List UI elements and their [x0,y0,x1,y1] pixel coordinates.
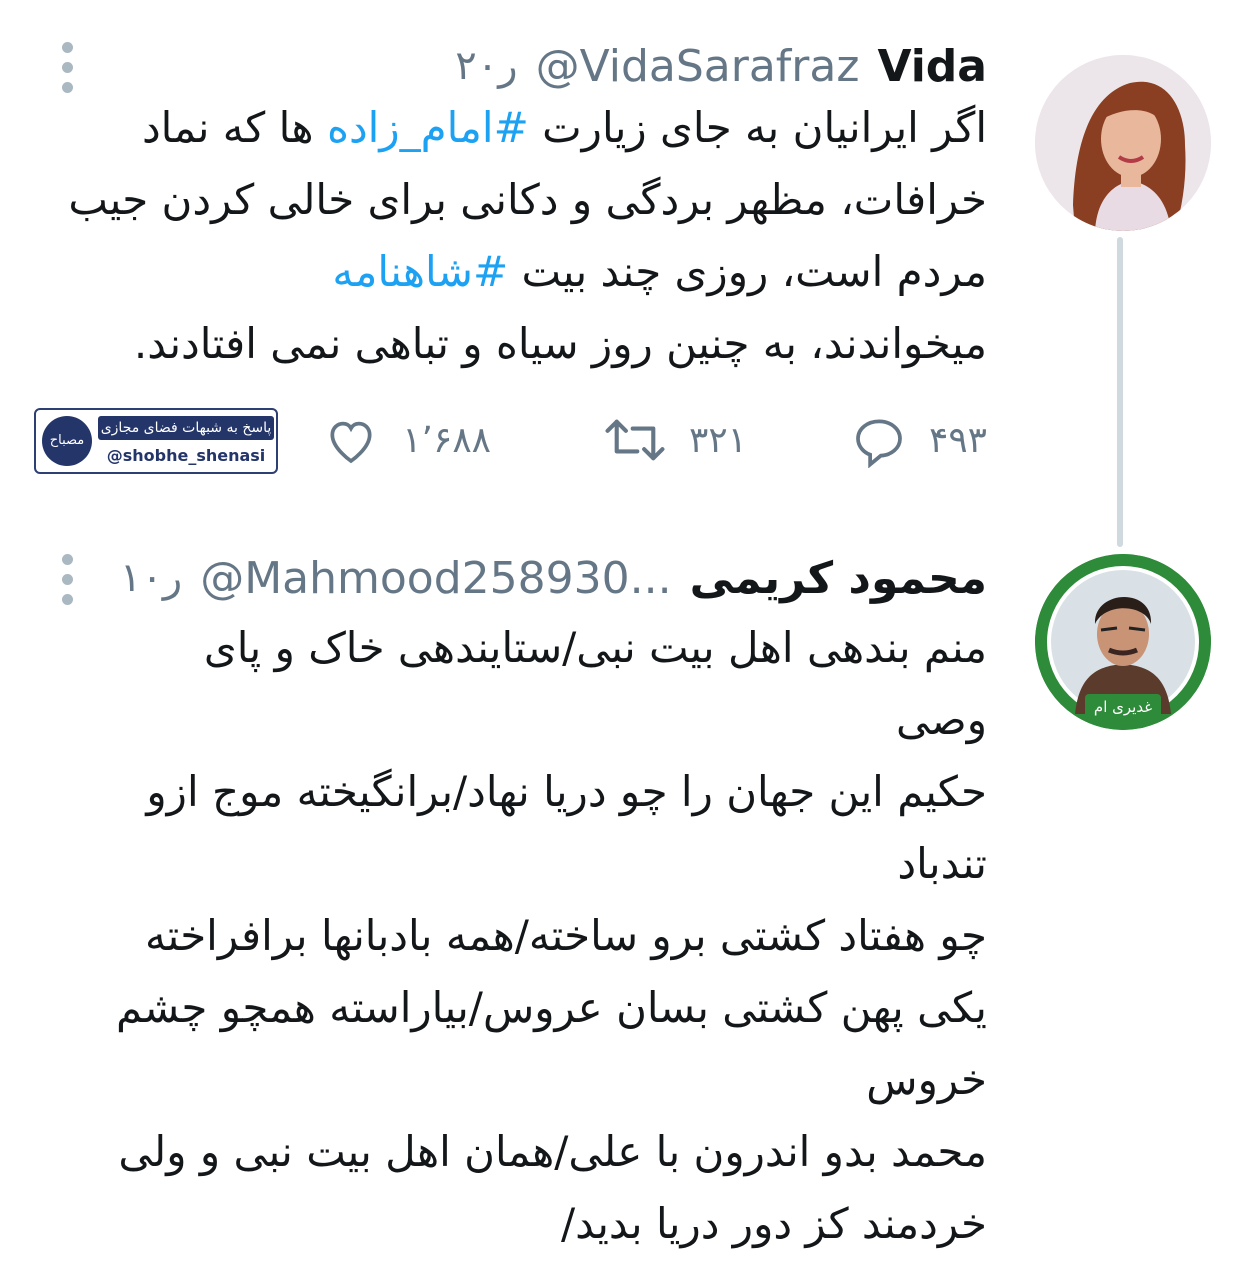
avatar-vida[interactable] [1035,55,1211,231]
tweet-header: محمود کریمی @Mahmood258930... ۱۰ر [120,548,987,608]
watermark-handle: @shobhe_shenasi [106,446,266,465]
reply-icon [856,419,902,468]
watermark-emblem: مصباح [42,416,92,466]
watermark-title: پاسخ به شبهات فضای مجازی [98,416,274,440]
text-segment: میخواندند، به چنین روز سیاه و تباهی نمی … [133,319,987,368]
tweet-time[interactable]: ۲۰ر [455,43,517,89]
retweet-icon [605,419,665,461]
like-count: ۱٬۶۸۸ [402,419,491,461]
tweet-time[interactable]: ۱۰ر [120,555,182,601]
avatar-mahmood[interactable]: غدیری ام [1035,554,1211,730]
watermark-logo: مصباح پاسخ به شبهات فضای مجازی @shobhe_s… [34,408,278,474]
author-name[interactable]: محمود کریمی [690,553,987,604]
avatar-badge: غدیری ام [1094,698,1152,716]
tweet-actions: ۴۹۳ ۳۲۱ ۱٬۶۸۸ [300,410,987,470]
author-handle[interactable]: @Mahmood258930... [200,553,671,604]
text-segment: اگر ایرانیان به جای زیارت [528,103,987,152]
tweet-vida[interactable]: Vida @VidaSarafraz ۲۰ر اگر ایرانیان به ج… [0,0,1255,520]
more-options-icon[interactable] [62,554,78,605]
reply-button[interactable]: ۴۹۳ [851,410,987,470]
reply-count: ۴۹۳ [928,419,987,461]
tweet-mahmood[interactable]: غدیری ام محمود کریمی @Mahmood258930... ۱… [0,540,1255,1280]
like-button[interactable]: ۱٬۶۸۸ [322,410,491,470]
author-handle[interactable]: @VidaSarafraz [536,41,860,92]
hashtag-link[interactable]: #امام_زاده [327,103,529,152]
retweet-count: ۳۲۱ [688,419,747,461]
tweet-text: منم بندهی اهل بیت نبی/ستایندهی خاک و پای… [115,623,987,1248]
heart-icon [330,421,372,464]
thread-connector-line [1117,237,1123,547]
hashtag-link[interactable]: #شاهنامه [332,247,508,296]
tweet-header: Vida @VidaSarafraz ۲۰ر [455,36,987,96]
retweet-button[interactable]: ۳۲۱ [603,410,747,470]
tweet-text: اگر ایرانیان به جای زیارت #امام_زاده ها … [45,92,987,380]
author-name[interactable]: Vida [877,41,987,92]
more-options-icon[interactable] [62,42,78,93]
